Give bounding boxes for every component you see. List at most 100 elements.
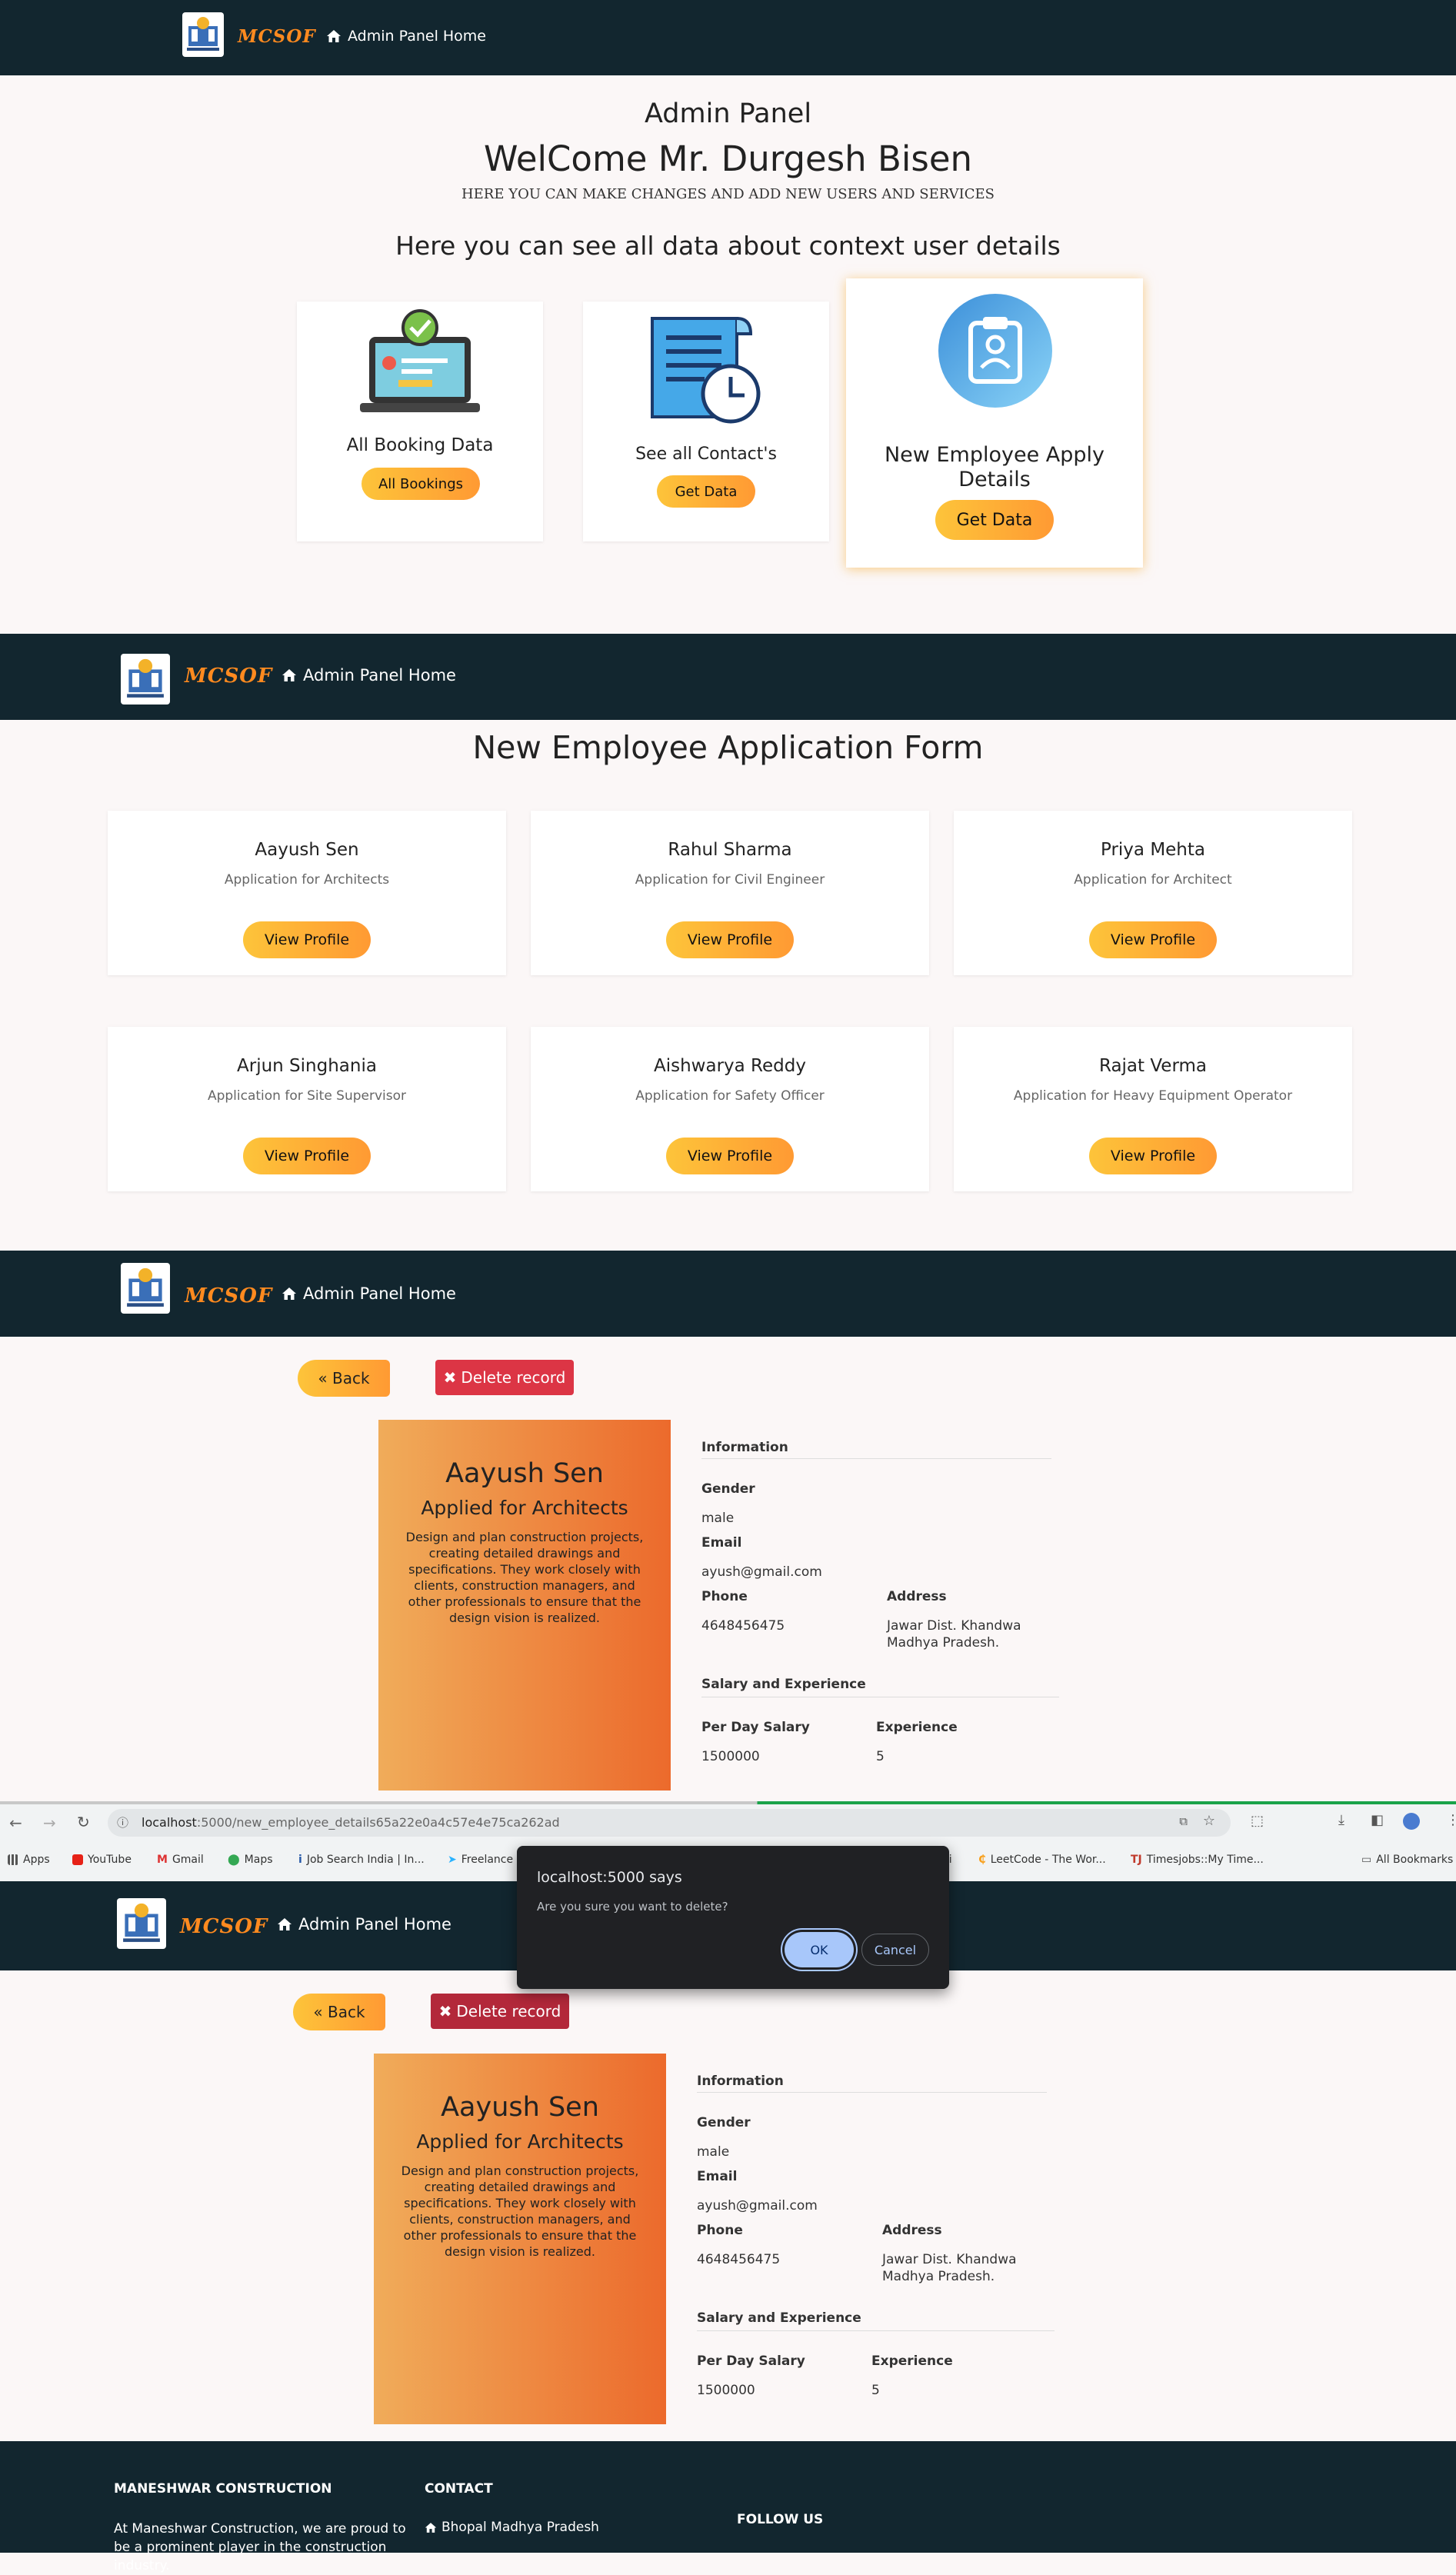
- bookmark-timesjobs[interactable]: TJ Timesjobs::My Time...: [1131, 1854, 1264, 1866]
- admin-home-label: Admin Panel Home: [303, 666, 456, 685]
- profile-avatar[interactable]: [1403, 1813, 1420, 1830]
- address-label: Address: [887, 1589, 947, 1604]
- experience-label: Experience: [876, 1720, 958, 1735]
- bookmark-freelance[interactable]: ➤ Freelance: [448, 1854, 513, 1866]
- phone-value: 4648456475: [697, 2252, 781, 2267]
- address-line2: Madhya Pradesh.: [887, 1635, 1000, 1651]
- laptop-check-icon: [360, 309, 480, 412]
- menu-icon[interactable]: ⋮: [1446, 1812, 1456, 1828]
- translate-icon[interactable]: ⧉: [1179, 1814, 1188, 1828]
- delete-record-label: Delete record: [456, 2002, 561, 2020]
- applicant-role: Application for Safety Officer: [635, 1088, 825, 1104]
- back-button[interactable]: « Back: [293, 1994, 385, 2030]
- footer: MANESHWAR CONSTRUCTION At Maneshwar Cons…: [0, 2441, 1456, 2573]
- applicant-role: Application for Civil Engineer: [635, 872, 825, 888]
- top-navbar: MCSOF Admin Panel Home: [0, 0, 1456, 75]
- bookmark-job-search[interactable]: i Job Search India | In...: [298, 1854, 425, 1866]
- timesjobs-icon: TJ: [1131, 1854, 1142, 1866]
- gender-value: male: [701, 1511, 735, 1526]
- maps-pin-icon: ⬤: [228, 1854, 240, 1866]
- applicant-name: Rahul Sharma: [668, 840, 792, 860]
- star-icon[interactable]: ☆: [1203, 1813, 1215, 1829]
- admin-home-link[interactable]: Admin Panel Home: [326, 28, 486, 45]
- all-bookings-button[interactable]: All Bookings: [362, 468, 480, 500]
- brand-name[interactable]: MCSOF: [185, 1284, 272, 1307]
- back-nav-icon[interactable]: ←: [9, 1814, 22, 1832]
- bookmark-gmail[interactable]: M Gmail: [157, 1854, 204, 1866]
- dialog-message: Are you sure you want to delete?: [537, 1900, 728, 1914]
- salary-divider: [697, 2330, 1055, 2331]
- delete-record-button[interactable]: ✖ Delete record: [435, 1360, 574, 1395]
- profile-summary-panel: Aayush Sen Applied for Architects Design…: [378, 1420, 671, 1791]
- bookings-card-label: All Booking Data: [346, 435, 494, 455]
- profile-description: Design and plan construction projects, c…: [401, 2164, 639, 2259]
- brand-name[interactable]: MCSOF: [238, 26, 316, 47]
- dialog-title: localhost:5000 says: [537, 1869, 682, 1886]
- contacts-get-data-button[interactable]: Get Data: [657, 475, 755, 508]
- view-profile-button[interactable]: View Profile: [666, 921, 794, 958]
- home-icon: [282, 669, 296, 681]
- view-profile-button[interactable]: View Profile: [243, 921, 371, 958]
- view-profile-button[interactable]: View Profile: [1089, 921, 1217, 958]
- applicant-name: Rajat Verma: [1098, 1056, 1208, 1076]
- brand-logo[interactable]: [182, 12, 224, 57]
- back-button[interactable]: « Back: [298, 1360, 390, 1397]
- experience-value: 5: [871, 2383, 880, 2398]
- footer-contact-heading: CONTACT: [425, 2481, 493, 2497]
- sidepanel-icon[interactable]: ◧: [1371, 1812, 1384, 1828]
- applicant-name: Arjun Singhania: [237, 1056, 377, 1076]
- information-heading: Information: [701, 1440, 788, 1455]
- dialog-cancel-button[interactable]: Cancel: [861, 1934, 929, 1966]
- brand-logo[interactable]: [117, 1898, 166, 1949]
- view-profile-button[interactable]: View Profile: [666, 1138, 794, 1174]
- home-icon: [278, 1918, 292, 1930]
- address-line1: Jawar Dist. Khandwa: [887, 1618, 1021, 1634]
- extensions-icon[interactable]: ⬚: [1251, 1813, 1264, 1829]
- youtube-icon: [72, 1854, 83, 1865]
- clipboard-user-icon: [938, 294, 1052, 408]
- forward-nav-icon[interactable]: →: [43, 1814, 56, 1832]
- address-bar[interactable]: ⓘ localhost:5000/new_employee_details65a…: [108, 1809, 1231, 1837]
- admin-home-label: Admin Panel Home: [303, 1284, 456, 1303]
- brand-name[interactable]: MCSOF: [180, 1915, 268, 1938]
- bookmark-maps[interactable]: ⬤ Maps: [228, 1854, 273, 1866]
- employee-get-data-button[interactable]: Get Data: [935, 500, 1054, 540]
- admin-home-label: Admin Panel Home: [298, 1915, 451, 1934]
- view-profile-button[interactable]: View Profile: [1089, 1138, 1217, 1174]
- admin-home-link[interactable]: Admin Panel Home: [282, 1284, 456, 1303]
- view-profile-button[interactable]: View Profile: [243, 1138, 371, 1174]
- application-card: Aishwarya Reddy Application for Safety O…: [531, 1027, 929, 1191]
- brand-name[interactable]: MCSOF: [185, 665, 272, 688]
- information-heading: Information: [697, 2074, 784, 2089]
- admin-home-link[interactable]: Admin Panel Home: [277, 1915, 451, 1934]
- email-label: Email: [697, 2169, 738, 2184]
- bookmark-apps[interactable]: Apps: [8, 1854, 50, 1866]
- home-icon: [425, 2522, 437, 2533]
- applicant-role: Application for Site Supervisor: [207, 1088, 407, 1104]
- profile-applied-for: Applied for Architects: [416, 2130, 624, 2153]
- applications-navbar: MCSOF Admin Panel Home: [0, 634, 1456, 720]
- salary-heading: Salary and Experience: [701, 1677, 866, 1692]
- site-info-icon[interactable]: ⓘ: [117, 1814, 128, 1830]
- information-divider: [697, 2092, 1047, 2093]
- delete-record-button[interactable]: ✖ Delete record: [431, 1994, 569, 2029]
- all-bookmarks[interactable]: ▭ All Bookmarks: [1361, 1854, 1453, 1866]
- footer-company-text: At Maneshwar Construction, we are proud …: [114, 2521, 406, 2573]
- profile-applied-for: Applied for Architects: [421, 1497, 628, 1519]
- admin-home-link[interactable]: Admin Panel Home: [282, 666, 456, 685]
- contacts-card-label: See all Contact's: [635, 445, 777, 464]
- bookmark-youtube[interactable]: YouTube: [72, 1854, 132, 1866]
- close-icon: ✖: [443, 1368, 457, 1387]
- leetcode-icon: ₵: [978, 1854, 986, 1866]
- apps-grid-icon: [8, 1854, 18, 1865]
- profile-description: Design and plan construction projects, c…: [405, 1530, 644, 1625]
- reload-icon[interactable]: ↻: [77, 1813, 90, 1831]
- bookmark-leetcode[interactable]: ₵ LeetCode - The Wor...: [978, 1854, 1106, 1866]
- downloads-icon[interactable]: ⤓: [1338, 1812, 1344, 1828]
- applicant-name: Priya Mehta: [1100, 840, 1205, 860]
- phone-value: 4648456475: [701, 1618, 785, 1634]
- brand-logo[interactable]: [121, 1263, 170, 1314]
- brand-logo[interactable]: [121, 654, 170, 705]
- footer-contact-location: Bhopal Madhya Pradesh: [425, 2520, 599, 2535]
- dialog-ok-button[interactable]: OK: [785, 1932, 854, 1967]
